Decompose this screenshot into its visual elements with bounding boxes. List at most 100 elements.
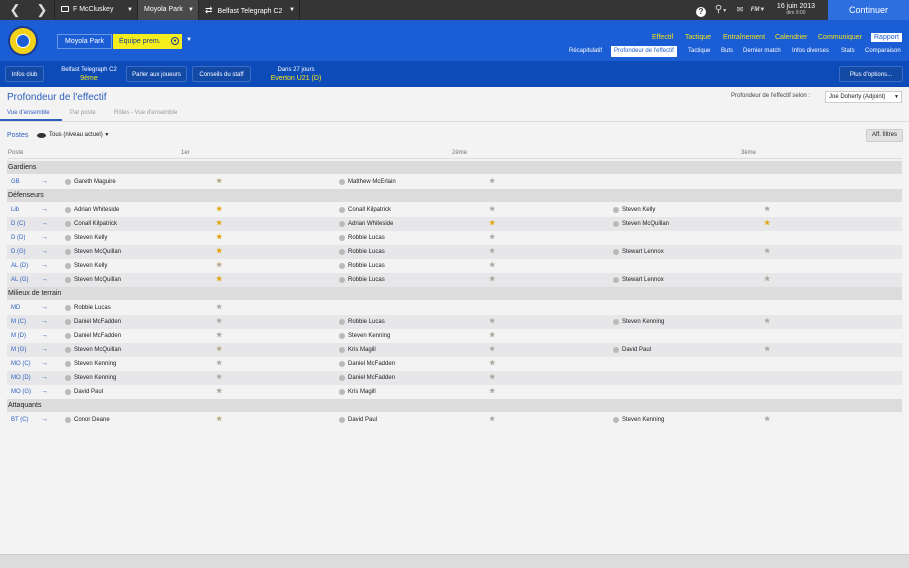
table-row[interactable]: MO (C) → Steven Kenning ★ ★ ★ ★ ★ Daniel McFadde… bbox=[7, 357, 902, 371]
player-2-name[interactable]: Robbie Lucas bbox=[348, 315, 385, 329]
player-1-name[interactable]: Conall Kilpatrick bbox=[74, 217, 117, 231]
league-info[interactable]: Belfast Telegraph C2 9ème bbox=[55, 67, 123, 82]
arrow-right-icon[interactable]: → bbox=[41, 259, 48, 273]
col-header-3eme[interactable]: 3ème bbox=[741, 150, 756, 156]
player-3-name[interactable]: Steven Kelly bbox=[622, 203, 655, 217]
player-1-name[interactable]: Gareth Maguire bbox=[74, 175, 116, 189]
team-name-button[interactable]: Moyola Park bbox=[57, 34, 112, 49]
arrow-right-icon[interactable]: → bbox=[41, 231, 48, 245]
table-row[interactable]: D (C) → Conall Kilpatrick ★ ★ ★ ★ ★ Adrian White… bbox=[7, 217, 902, 231]
submenu-infos-diverses[interactable]: Infos diverses bbox=[792, 46, 829, 57]
player-info-icon[interactable] bbox=[613, 221, 619, 227]
player-2-name[interactable]: Daniel McFadden bbox=[348, 371, 395, 385]
table-row[interactable]: AL (G) → Steven McQuillan ★ ★ ★ ★ ⯪ Robbie Lucas… bbox=[7, 273, 902, 287]
next-match-info[interactable]: Dans 27 jours Everton U21 (D) bbox=[262, 67, 330, 82]
table-row[interactable]: MO (G) → David Paul ★ ★ ★ ★ ★ Kris Magill ★ ★ ★ ★ ★ bbox=[7, 385, 902, 399]
arrow-right-icon[interactable]: → bbox=[41, 217, 48, 231]
player-info-icon[interactable] bbox=[65, 221, 71, 227]
depth-basis-select[interactable]: Joe Doherty (Adjoint) ▼ bbox=[825, 91, 902, 103]
position-label[interactable]: Lib bbox=[11, 203, 19, 217]
table-row[interactable]: M (G) → Steven McQuillan ★ ★ ★ ★ ★ Kris Magill ★ ★… bbox=[7, 343, 902, 357]
position-label[interactable]: MO (C) bbox=[11, 357, 31, 371]
menu-effectif[interactable]: Effectif bbox=[652, 34, 673, 41]
back-icon[interactable]: ❮ bbox=[0, 0, 30, 20]
position-label[interactable]: M (C) bbox=[11, 315, 26, 329]
submenu-tactique[interactable]: Tactique bbox=[688, 46, 710, 57]
search-icon[interactable]: ⚲▼ bbox=[711, 0, 731, 20]
player-info-icon[interactable] bbox=[65, 319, 71, 325]
arrow-right-icon[interactable]: → bbox=[41, 245, 48, 259]
continue-button[interactable]: Continuer bbox=[828, 0, 909, 20]
player-1-name[interactable]: Daniel McFadden bbox=[74, 329, 121, 343]
submenu-stats[interactable]: Stats bbox=[841, 46, 855, 57]
table-row[interactable]: D (G) → Steven McQuillan ★ ★ ★ ★ ⯪ Robbie Lucas ★… bbox=[7, 245, 902, 259]
player-2-name[interactable]: Adrian Whiteside bbox=[348, 217, 393, 231]
level-filter[interactable]: Tous (niveau actuel) ▼ bbox=[49, 132, 109, 138]
player-info-icon[interactable] bbox=[613, 319, 619, 325]
arrow-right-icon[interactable]: → bbox=[41, 175, 48, 189]
position-label[interactable]: MO (G) bbox=[11, 385, 31, 399]
fm-menu[interactable]: FM▼ bbox=[748, 0, 768, 20]
table-row[interactable]: MD → Robbie Lucas ★ ★ ★ ★ ★ bbox=[7, 301, 902, 315]
player-info-icon[interactable] bbox=[339, 389, 345, 395]
player-info-icon[interactable] bbox=[65, 249, 71, 255]
player-info-icon[interactable] bbox=[339, 249, 345, 255]
position-label[interactable]: M (G) bbox=[11, 343, 26, 357]
menu-entrainement[interactable]: Entraînement bbox=[723, 34, 765, 41]
col-header-2eme[interactable]: 2ème bbox=[452, 150, 467, 156]
player-info-icon[interactable] bbox=[613, 277, 619, 283]
player-info-icon[interactable] bbox=[65, 375, 71, 381]
player-info-icon[interactable] bbox=[613, 347, 619, 353]
player-info-icon[interactable] bbox=[339, 347, 345, 353]
player-info-icon[interactable] bbox=[339, 235, 345, 241]
player-1-name[interactable]: Robbie Lucas bbox=[74, 301, 111, 315]
position-label[interactable]: AL (G) bbox=[11, 273, 28, 287]
player-info-icon[interactable] bbox=[65, 277, 71, 283]
arrow-right-icon[interactable]: → bbox=[41, 329, 48, 343]
player-2-name[interactable]: Robbie Lucas bbox=[348, 245, 385, 259]
player-2-name[interactable]: Steven Kenning bbox=[348, 329, 390, 343]
player-info-icon[interactable] bbox=[339, 207, 345, 213]
table-row[interactable]: Lib → Adrian Whiteside ★ ★ ★ ★ ★ Conall Kilpatri… bbox=[7, 203, 902, 217]
player-2-name[interactable]: Conall Kilpatrick bbox=[348, 203, 391, 217]
plus-options-button[interactable]: Plus d'options... bbox=[839, 66, 903, 82]
player-info-icon[interactable] bbox=[65, 361, 71, 367]
player-info-icon[interactable] bbox=[613, 249, 619, 255]
arrow-right-icon[interactable]: → bbox=[41, 273, 48, 287]
help-icon[interactable]: ? bbox=[694, 0, 708, 20]
arrow-right-icon[interactable]: → bbox=[41, 413, 48, 427]
aff-filtres-button[interactable]: Aff. filtres bbox=[866, 129, 903, 142]
competition-tab[interactable]: ⇄ Belfast Telegraph C2 ▼ bbox=[199, 0, 299, 20]
arrow-right-icon[interactable]: → bbox=[41, 357, 48, 371]
position-label[interactable]: D (D) bbox=[11, 231, 25, 245]
table-row[interactable]: GB → Gareth Maguire ★ ★ ★ ★ ★ Matthew McErlain ★ ★… bbox=[7, 175, 902, 189]
player-info-icon[interactable] bbox=[65, 179, 71, 185]
menu-tactique[interactable]: Tactique bbox=[685, 34, 711, 41]
tab-roles[interactable]: Rôles - Vue d'ensemble bbox=[114, 110, 177, 116]
player-1-name[interactable]: David Paul bbox=[74, 385, 103, 399]
player-1-name[interactable]: Conor Deane bbox=[74, 413, 110, 427]
player-2-name[interactable]: Kris Magill bbox=[348, 385, 376, 399]
player-info-icon[interactable] bbox=[65, 263, 71, 269]
player-info-icon[interactable] bbox=[339, 263, 345, 269]
infos-club-button[interactable]: Infos club bbox=[5, 66, 44, 82]
player-1-name[interactable]: Steven Kenning bbox=[74, 371, 116, 385]
player-2-name[interactable]: Robbie Lucas bbox=[348, 259, 385, 273]
table-row[interactable]: D (D) → Steven Kelly ★ ★ ★ ★ ⯪ Robbie Lucas ★ ★ ★ ★ ★ bbox=[7, 231, 902, 245]
player-info-icon[interactable] bbox=[65, 347, 71, 353]
player-info-icon[interactable] bbox=[339, 417, 345, 423]
menu-communiquer[interactable]: Communiquer bbox=[818, 34, 862, 41]
arrow-right-icon[interactable]: → bbox=[41, 371, 48, 385]
squad-selector[interactable]: Équipe prem. ● bbox=[113, 34, 182, 49]
table-row[interactable]: M (D) → Daniel McFadden ★ ★ ★ ★ ★ Steven Kenning… bbox=[7, 329, 902, 343]
player-3-name[interactable]: Steven McQuillan bbox=[622, 217, 669, 231]
tab-vue-ensemble[interactable]: Vue d'ensemble bbox=[7, 110, 50, 116]
player-info-icon[interactable] bbox=[65, 235, 71, 241]
postes-link[interactable]: Postes bbox=[7, 132, 28, 139]
player-info-icon[interactable] bbox=[339, 179, 345, 185]
parler-joueurs-button[interactable]: Parler aux joueurs bbox=[126, 66, 187, 82]
player-1-name[interactable]: Adrian Whiteside bbox=[74, 203, 119, 217]
player-info-icon[interactable] bbox=[65, 333, 71, 339]
col-header-poste[interactable]: Poste bbox=[8, 150, 23, 156]
player-2-name[interactable]: Daniel McFadden bbox=[348, 357, 395, 371]
